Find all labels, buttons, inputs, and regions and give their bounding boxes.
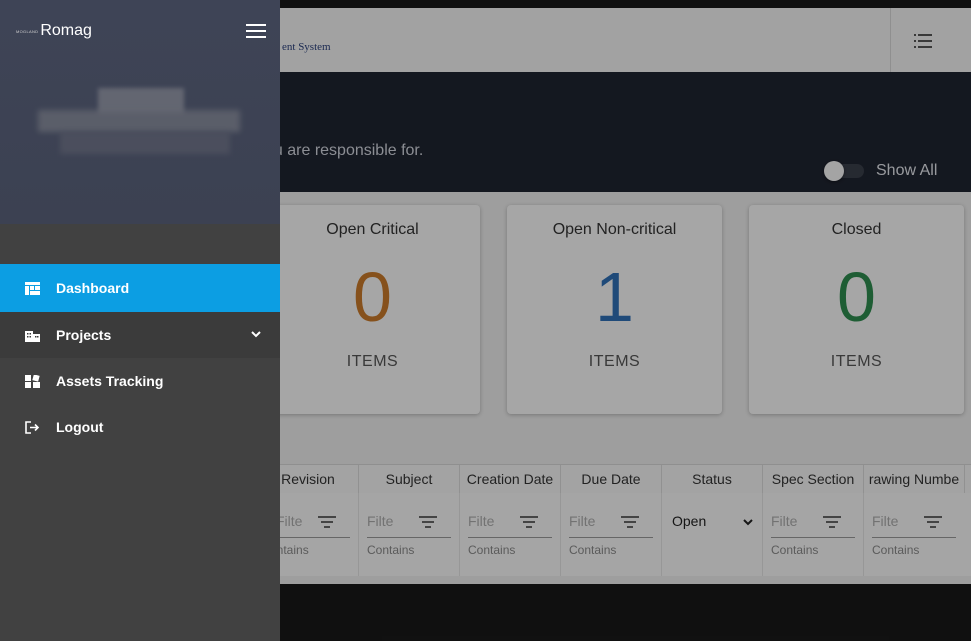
hamburger-icon[interactable]	[246, 24, 266, 40]
nav-item-label: Dashboard	[56, 280, 130, 296]
brand-name: Romag	[40, 22, 92, 39]
brand: MOGLAND Romag	[16, 22, 92, 40]
user-email-blurred	[60, 132, 230, 154]
dashboard-icon	[24, 281, 40, 295]
nav-item-assets-tracking[interactable]: Assets Tracking	[0, 358, 280, 404]
nav-item-projects[interactable]: Projects	[0, 312, 280, 358]
nav-item-logout[interactable]: Logout	[0, 404, 280, 450]
nav-item-label: Assets Tracking	[56, 373, 164, 389]
building-icon	[24, 328, 40, 342]
drawer-header: MOGLAND Romag	[0, 0, 280, 224]
assets-icon	[24, 374, 40, 388]
user-name-blurred	[38, 110, 240, 132]
nav-item-label: Projects	[56, 327, 112, 343]
chevron-down-icon[interactable]	[250, 328, 262, 340]
brand-logo: MOGLAND	[16, 28, 39, 34]
nav-item-dashboard[interactable]: Dashboard	[0, 264, 280, 312]
nav-item-label: Logout	[56, 419, 104, 435]
drawer-nav: Dashboard Projects Assets Tracking Logou…	[0, 264, 280, 450]
logout-icon	[24, 420, 40, 434]
navigation-drawer: MOGLAND Romag Dashboard Projects Assets …	[0, 0, 280, 641]
